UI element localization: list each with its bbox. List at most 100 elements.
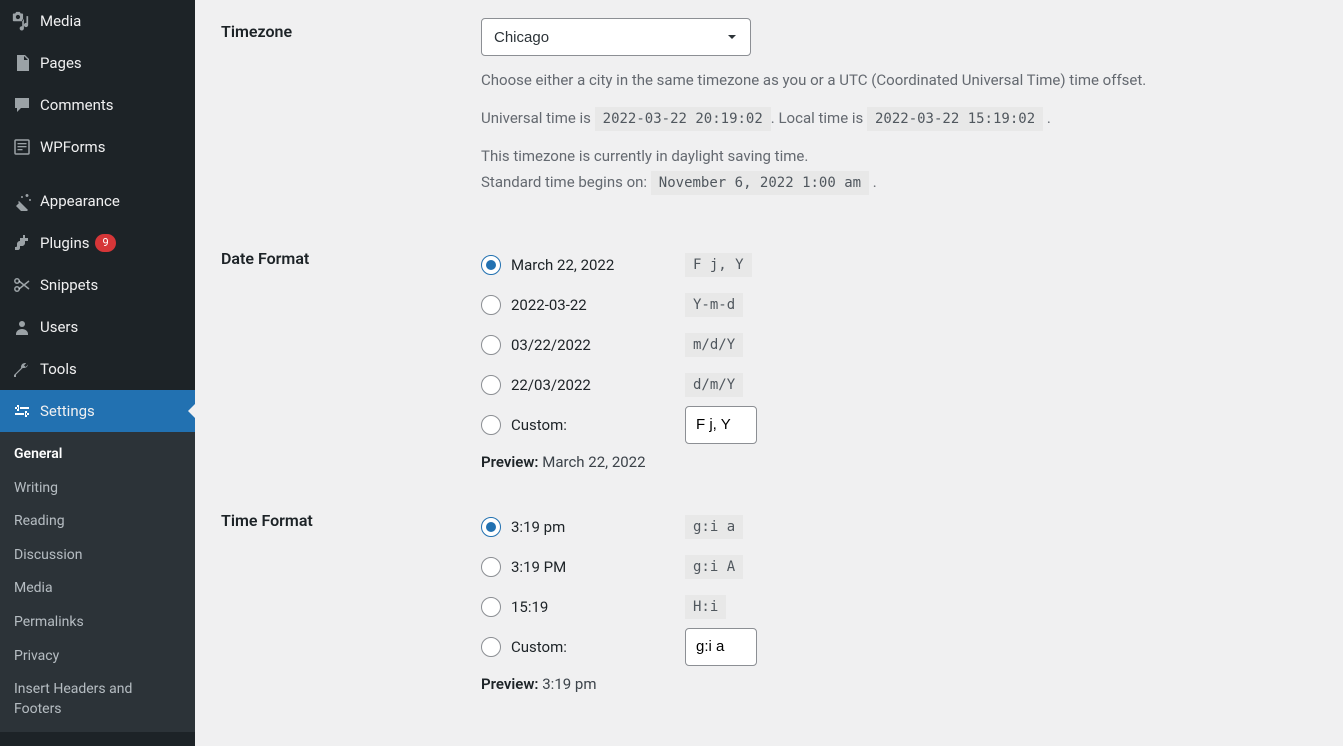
time-format-display-1: 3:19 pm <box>511 518 565 536</box>
date-format-custom-row: Custom: <box>481 405 1317 445</box>
date-format-code-1: F j, Y <box>685 253 752 277</box>
date-format-code-3: m/d/Y <box>685 333 743 357</box>
submenu-item-permalinks[interactable]: Permalinks <box>0 606 195 640</box>
date-format-option-1-label[interactable]: March 22, 2022 <box>481 255 685 275</box>
date-format-option-row: 03/22/2022 m/d/Y <box>481 325 1317 365</box>
sidebar-item-pages[interactable]: Pages <box>0 42 195 84</box>
media-icon <box>10 10 34 32</box>
date-format-custom-text: Custom: <box>511 416 567 434</box>
main-content: Timezone Chicago Choose either a city in… <box>195 0 1343 746</box>
time-format-option-2-label[interactable]: 3:19 PM <box>481 557 685 577</box>
sidebar-item-label: Comments <box>40 96 114 114</box>
sidebar-item-label: Media <box>40 12 81 30</box>
date-format-code-4: d/m/Y <box>685 373 743 397</box>
sidebar-item-appearance[interactable]: Appearance <box>0 180 195 222</box>
time-format-radio-2[interactable] <box>481 557 501 577</box>
submenu-item-insert-headers-footers[interactable]: Insert Headers and Footers <box>0 673 195 726</box>
date-format-custom-label[interactable]: Custom: <box>481 415 685 435</box>
sidebar-item-tools[interactable]: Tools <box>0 348 195 390</box>
time-format-option-row: 15:19 H:i <box>481 587 1317 627</box>
submenu-item-general[interactable]: General <box>0 438 195 472</box>
sidebar-item-label: Tools <box>40 360 77 378</box>
time-format-display-3: 15:19 <box>511 598 548 616</box>
date-format-radio-3[interactable] <box>481 335 501 355</box>
date-format-radio-custom[interactable] <box>481 415 501 435</box>
time-format-heading: Time Format <box>221 489 481 711</box>
utc-time-value: 2022-03-22 20:19:02 <box>595 107 771 131</box>
local-time-value: 2022-03-22 15:19:02 <box>867 107 1043 131</box>
menu-separator <box>0 168 195 180</box>
submenu-item-writing[interactable]: Writing <box>0 472 195 506</box>
std-time-value: November 6, 2022 1:00 am <box>651 171 869 195</box>
preview-label: Preview: <box>481 675 539 693</box>
time-format-radio-custom[interactable] <box>481 637 501 657</box>
timezone-description: Choose either a city in the same timezon… <box>481 68 1317 195</box>
standard-time-line: Standard time begins on: November 6, 202… <box>481 170 1317 194</box>
comments-icon <box>10 94 34 116</box>
settings-icon <box>10 400 34 422</box>
sidebar-item-label: Users <box>40 318 78 336</box>
sidebar-item-label: Pages <box>40 54 82 72</box>
std-period: . <box>869 173 877 191</box>
date-format-code-2: Y-m-d <box>685 293 743 317</box>
date-format-radio-1[interactable] <box>481 255 501 275</box>
sidebar-item-label: Appearance <box>40 192 120 210</box>
sidebar-item-wpforms[interactable]: WPForms <box>0 126 195 168</box>
submenu-item-media[interactable]: Media <box>0 572 195 606</box>
sidebar-item-label: Settings <box>40 402 95 420</box>
std-prefix: Standard time begins on: <box>481 173 651 191</box>
utc-prefix: Universal time is <box>481 109 595 127</box>
timezone-time-line: Universal time is 2022-03-22 20:19:02. L… <box>481 106 1317 130</box>
local-prefix: . Local time is <box>771 109 867 127</box>
timezone-heading: Timezone <box>221 0 481 227</box>
dst-line: This timezone is currently in daylight s… <box>481 144 1317 168</box>
time-format-preview: Preview: 3:19 pm <box>481 675 1317 693</box>
timezone-help-text: Choose either a city in the same timezon… <box>481 68 1317 92</box>
sidebar-item-media[interactable]: Media <box>0 0 195 42</box>
date-format-option-row: March 22, 2022 F j, Y <box>481 245 1317 285</box>
tools-icon <box>10 358 34 380</box>
date-format-display-1: March 22, 2022 <box>511 256 614 274</box>
sidebar-item-label: Plugins <box>40 234 89 252</box>
date-format-radio-4[interactable] <box>481 375 501 395</box>
wpforms-icon <box>10 136 34 158</box>
plugins-badge: 9 <box>95 234 115 251</box>
time-format-code-2: g:i A <box>685 555 743 579</box>
sidebar-item-users[interactable]: Users <box>0 306 195 348</box>
time-format-custom-input[interactable] <box>685 628 757 666</box>
date-format-custom-input[interactable] <box>685 406 757 444</box>
date-format-option-row: 2022-03-22 Y-m-d <box>481 285 1317 325</box>
submenu-item-privacy[interactable]: Privacy <box>0 640 195 674</box>
sidebar-item-snippets[interactable]: Snippets <box>0 264 195 306</box>
sidebar-item-plugins[interactable]: Plugins 9 <box>0 222 195 264</box>
time-format-option-3-label[interactable]: 15:19 <box>481 597 685 617</box>
pages-icon <box>10 52 34 74</box>
time-format-option-1-label[interactable]: 3:19 pm <box>481 517 685 537</box>
submenu-item-reading[interactable]: Reading <box>0 505 195 539</box>
time-format-radio-1[interactable] <box>481 517 501 537</box>
date-format-option-3-label[interactable]: 03/22/2022 <box>481 335 685 355</box>
admin-sidebar: Media Pages Comments WPForms Appearance … <box>0 0 195 746</box>
plugins-icon <box>10 232 34 254</box>
date-format-option-2-label[interactable]: 2022-03-22 <box>481 295 685 315</box>
users-icon <box>10 316 34 338</box>
date-format-option-4-label[interactable]: 22/03/2022 <box>481 375 685 395</box>
sidebar-item-label: Snippets <box>40 276 98 294</box>
time-format-custom-row: Custom: <box>481 627 1317 667</box>
time-format-custom-label[interactable]: Custom: <box>481 637 685 657</box>
time-format-custom-text: Custom: <box>511 638 567 656</box>
sidebar-item-comments[interactable]: Comments <box>0 84 195 126</box>
settings-submenu: General Writing Reading Discussion Media… <box>0 432 195 732</box>
submenu-item-discussion[interactable]: Discussion <box>0 539 195 573</box>
date-format-display-4: 22/03/2022 <box>511 376 591 394</box>
time-format-code-1: g:i a <box>685 515 743 539</box>
sidebar-item-settings[interactable]: Settings <box>0 390 195 432</box>
date-format-preview: Preview: March 22, 2022 <box>481 453 1317 471</box>
time-format-radio-3[interactable] <box>481 597 501 617</box>
date-format-fieldset: March 22, 2022 F j, Y 2022-03-22 Y-m-d <box>481 245 1317 471</box>
timezone-select[interactable]: Chicago <box>481 18 751 56</box>
time-period: . <box>1043 109 1051 127</box>
time-format-code-3: H:i <box>685 595 726 619</box>
preview-label: Preview: <box>481 453 539 471</box>
date-format-radio-2[interactable] <box>481 295 501 315</box>
